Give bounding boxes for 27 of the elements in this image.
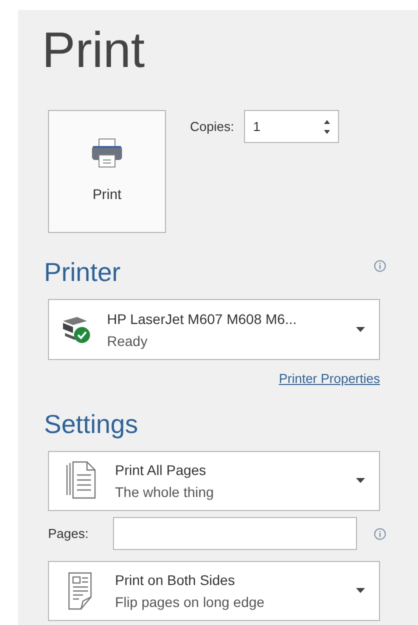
copies-spinner[interactable]: 1: [244, 110, 340, 143]
print-button[interactable]: Print: [48, 110, 166, 233]
dropdown-title: Print on Both Sides: [115, 570, 236, 590]
printer-ready-icon: [61, 314, 93, 344]
printer-heading: Printer: [44, 256, 121, 289]
caret-icon: [356, 327, 365, 332]
dropdown-subtitle: Flip pages on long edge: [115, 592, 266, 612]
page-title: Print: [42, 22, 146, 78]
info-icon[interactable]: [374, 528, 386, 540]
settings-heading: Settings: [44, 408, 139, 440]
printer-properties-link[interactable]: Printer Properties: [278, 369, 380, 388]
spin-arrows-icon[interactable]: [324, 118, 330, 134]
printer-name: HP LaserJet M607 M608 M6...: [107, 310, 298, 328]
info-icon[interactable]: [374, 260, 386, 272]
printer-icon: [91, 138, 123, 168]
caret-icon: [356, 588, 365, 593]
pages-label: Pages:: [48, 524, 90, 543]
settings-dropdown[interactable]: Print on Both Sides Flip pages on long edge: [48, 560, 380, 620]
dropdown-subtitle: The whole thing: [115, 482, 215, 502]
printer-status: Ready: [107, 332, 148, 351]
dropdown-title: Print All Pages: [115, 460, 208, 480]
pages-icon: [64, 460, 98, 500]
copies-label: Copies:: [190, 118, 234, 136]
pages-field[interactable]: [113, 517, 357, 550]
settings-dropdown[interactable]: Print All Pages The whole thing: [48, 450, 380, 510]
printer-dropdown[interactable]: HP LaserJet M607 M608 M6... Ready: [48, 299, 380, 360]
caret-icon: [356, 478, 365, 483]
